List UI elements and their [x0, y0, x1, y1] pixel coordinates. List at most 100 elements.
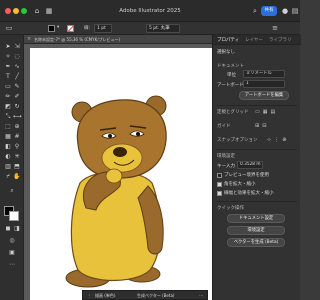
- color-mode-icon[interactable]: ◼: [4, 225, 12, 233]
- guide-icons[interactable]: ⊞⊟: [255, 123, 269, 129]
- magic-wand-tool-icon[interactable]: ✧: [4, 53, 12, 61]
- bear-paw: [105, 168, 123, 184]
- tab-libraries[interactable]: ライブラリ: [269, 37, 292, 43]
- artboard[interactable]: [30, 48, 212, 300]
- pen-tool-icon[interactable]: ✒: [4, 63, 12, 71]
- workspace-icon[interactable]: ▤: [290, 6, 300, 16]
- contextual-task-bar: ⋮ 描画 (単色) 生成ベクター (Beta) ⋯: [82, 290, 208, 300]
- ruler-grid-icons[interactable]: ▭▦▤: [255, 109, 278, 115]
- bear-illustration[interactable]: [30, 48, 212, 300]
- close-window-button[interactable]: [5, 8, 11, 14]
- share-button[interactable]: 共有: [261, 6, 277, 16]
- document-tab-label: 名称未設定-7* @ 55,36 % (CMYK/プレビュー): [34, 37, 121, 42]
- divider: [217, 149, 297, 150]
- document-setup-button[interactable]: ドキュメント設定: [227, 214, 285, 223]
- document-tab[interactable]: × 名称未設定-7* @ 55,36 % (CMYK/プレビュー): [24, 35, 212, 44]
- lasso-tool-icon[interactable]: ◌: [13, 53, 21, 61]
- control-bar: ▭ ▾ 線: 1 pt 5 pt. 丸筆 ≡: [0, 22, 300, 35]
- shaper-tool-icon[interactable]: ✐: [13, 93, 21, 101]
- width-tool-icon[interactable]: ⟷: [13, 113, 22, 121]
- tools-panel: ➤ ⇲ ✧ ◌ ✒ ∿ T ╱ ▭ ✎ ✏ ✐ ◩ ↻ ⤡ ⟷ ⬚ ⊕ ▦ # …: [0, 35, 24, 300]
- preferences-heading: 環境設定: [217, 154, 235, 159]
- direct-selection-tool-icon[interactable]: ⇲: [13, 43, 21, 51]
- preview-bounds-label: プレビュー境界を使用: [224, 173, 269, 178]
- scale-strokes-label: 線幅と効果を拡大・縮小: [224, 191, 274, 196]
- gradient-tool-icon[interactable]: ◧: [4, 143, 12, 151]
- blend-tool-icon[interactable]: ◐: [4, 153, 12, 161]
- title-bar: ⌂ ▦ Adobe Illustrator 2025 共有 ⌕ ● ▤: [0, 0, 300, 22]
- no-selection-label: 選択なし: [217, 50, 235, 55]
- selection-tool-icon[interactable]: ➤: [4, 43, 12, 51]
- stroke-color-box[interactable]: [9, 211, 19, 221]
- stroke-color-swatch[interactable]: [67, 25, 74, 32]
- units-label: 単位: [227, 73, 236, 78]
- edit-toolbar-icon[interactable]: ⋯: [8, 261, 16, 269]
- scale-tool-icon[interactable]: ⤡: [4, 113, 12, 121]
- hand-tool-icon[interactable]: ✋: [13, 173, 21, 181]
- screen-mode-icon[interactable]: ▣: [8, 249, 16, 257]
- stroke-label: 線:: [84, 26, 91, 31]
- draw-mode-icon[interactable]: ◎: [8, 237, 16, 245]
- key-increment-label: キー入力: [217, 164, 235, 169]
- edit-artboard-button[interactable]: アートボードを編集: [239, 91, 289, 100]
- brush-definition-field[interactable]: 5 pt. 丸筆: [146, 24, 180, 33]
- tab-layers[interactable]: レイヤー: [245, 37, 263, 43]
- search-icon[interactable]: ⌕: [250, 6, 260, 16]
- mesh-tool-icon[interactable]: #: [13, 133, 21, 141]
- column-graph-tool-icon[interactable]: ▥: [4, 163, 12, 171]
- gradient-mode-icon[interactable]: ◨: [13, 225, 21, 233]
- symbol-sprayer-tool-icon[interactable]: ✳: [13, 153, 21, 161]
- tab-properties[interactable]: プロパティ: [217, 37, 239, 43]
- fill-color-swatch[interactable]: [48, 25, 55, 32]
- home-icon[interactable]: ⌂: [32, 6, 42, 16]
- account-icon[interactable]: ●: [280, 6, 290, 16]
- shape-builder-tool-icon[interactable]: ⊕: [13, 123, 21, 131]
- recolor-button[interactable]: 描画 (単色): [95, 293, 115, 299]
- perspective-grid-tool-icon[interactable]: ▦: [4, 133, 12, 141]
- arrange-documents-icon[interactable]: ▦: [44, 6, 54, 16]
- generate-vector-button[interactable]: 生成ベクター (Beta): [137, 293, 174, 299]
- pencil-tool-icon[interactable]: ✏: [4, 93, 12, 101]
- bear-left-pupil: [108, 134, 112, 138]
- stroke-width-field[interactable]: 1 pt: [94, 24, 112, 33]
- snap-icons[interactable]: ⊹⋮⊕: [267, 137, 289, 143]
- divider: [217, 201, 297, 202]
- generate-vectors-button[interactable]: ベクターを生成 (Beta): [227, 238, 285, 247]
- line-tool-icon[interactable]: ╱: [13, 73, 21, 81]
- panel-toggle-icon[interactable]: ≡: [270, 23, 280, 33]
- document-heading: ドキュメント: [217, 64, 244, 69]
- free-transform-tool-icon[interactable]: ⬚: [4, 123, 12, 131]
- bear-nose: [113, 147, 127, 157]
- eyedropper-tool-icon[interactable]: ⚲: [13, 143, 21, 151]
- contextual-menu-icon[interactable]: ⋮: [87, 293, 91, 298]
- fill-dropdown-icon[interactable]: ▾: [57, 25, 59, 30]
- curvature-tool-icon[interactable]: ∿: [13, 63, 21, 71]
- eraser-tool-icon[interactable]: ◩: [4, 103, 12, 111]
- close-tab-icon[interactable]: ×: [27, 36, 31, 42]
- app-title: Adobe Illustrator 2025: [119, 8, 181, 14]
- artboard-tool-icon[interactable]: ⬒: [13, 163, 21, 171]
- units-select[interactable]: ミリメートル: [243, 70, 285, 78]
- zoom-tool-icon[interactable]: ⌕: [8, 187, 16, 195]
- canvas-area[interactable]: [24, 44, 212, 300]
- rectangle-tool-icon[interactable]: ▭: [4, 83, 12, 91]
- type-tool-icon[interactable]: T: [4, 73, 12, 81]
- artboard-select[interactable]: 1: [243, 80, 285, 88]
- rotate-tool-icon[interactable]: ↻: [13, 103, 21, 111]
- preview-bounds-checkbox[interactable]: [217, 173, 222, 178]
- preferences-button[interactable]: 環境設定: [227, 226, 285, 235]
- zoom-window-button[interactable]: [21, 8, 27, 14]
- scale-corners-checkbox[interactable]: [217, 182, 222, 187]
- scale-strokes-checkbox[interactable]: [217, 191, 222, 196]
- paintbrush-tool-icon[interactable]: ✎: [13, 83, 21, 91]
- selection-status-icon: ▭: [5, 24, 13, 32]
- more-options-icon[interactable]: ⋯: [199, 293, 203, 298]
- divider: [217, 105, 297, 106]
- key-increment-field[interactable]: 0.3528 m: [237, 161, 263, 169]
- quick-actions-heading: クイック操作: [217, 206, 244, 211]
- properties-panel: プロパティ レイヤー ライブラリ 選択なし ドキュメント 単位 ミリメートル ア…: [212, 35, 301, 300]
- artboard-label: アートボード: [217, 83, 244, 88]
- rulers-grid-heading: 定規とグリッド: [217, 110, 249, 115]
- minimize-window-button[interactable]: [13, 8, 19, 14]
- slice-tool-icon[interactable]: ⌿: [4, 173, 12, 181]
